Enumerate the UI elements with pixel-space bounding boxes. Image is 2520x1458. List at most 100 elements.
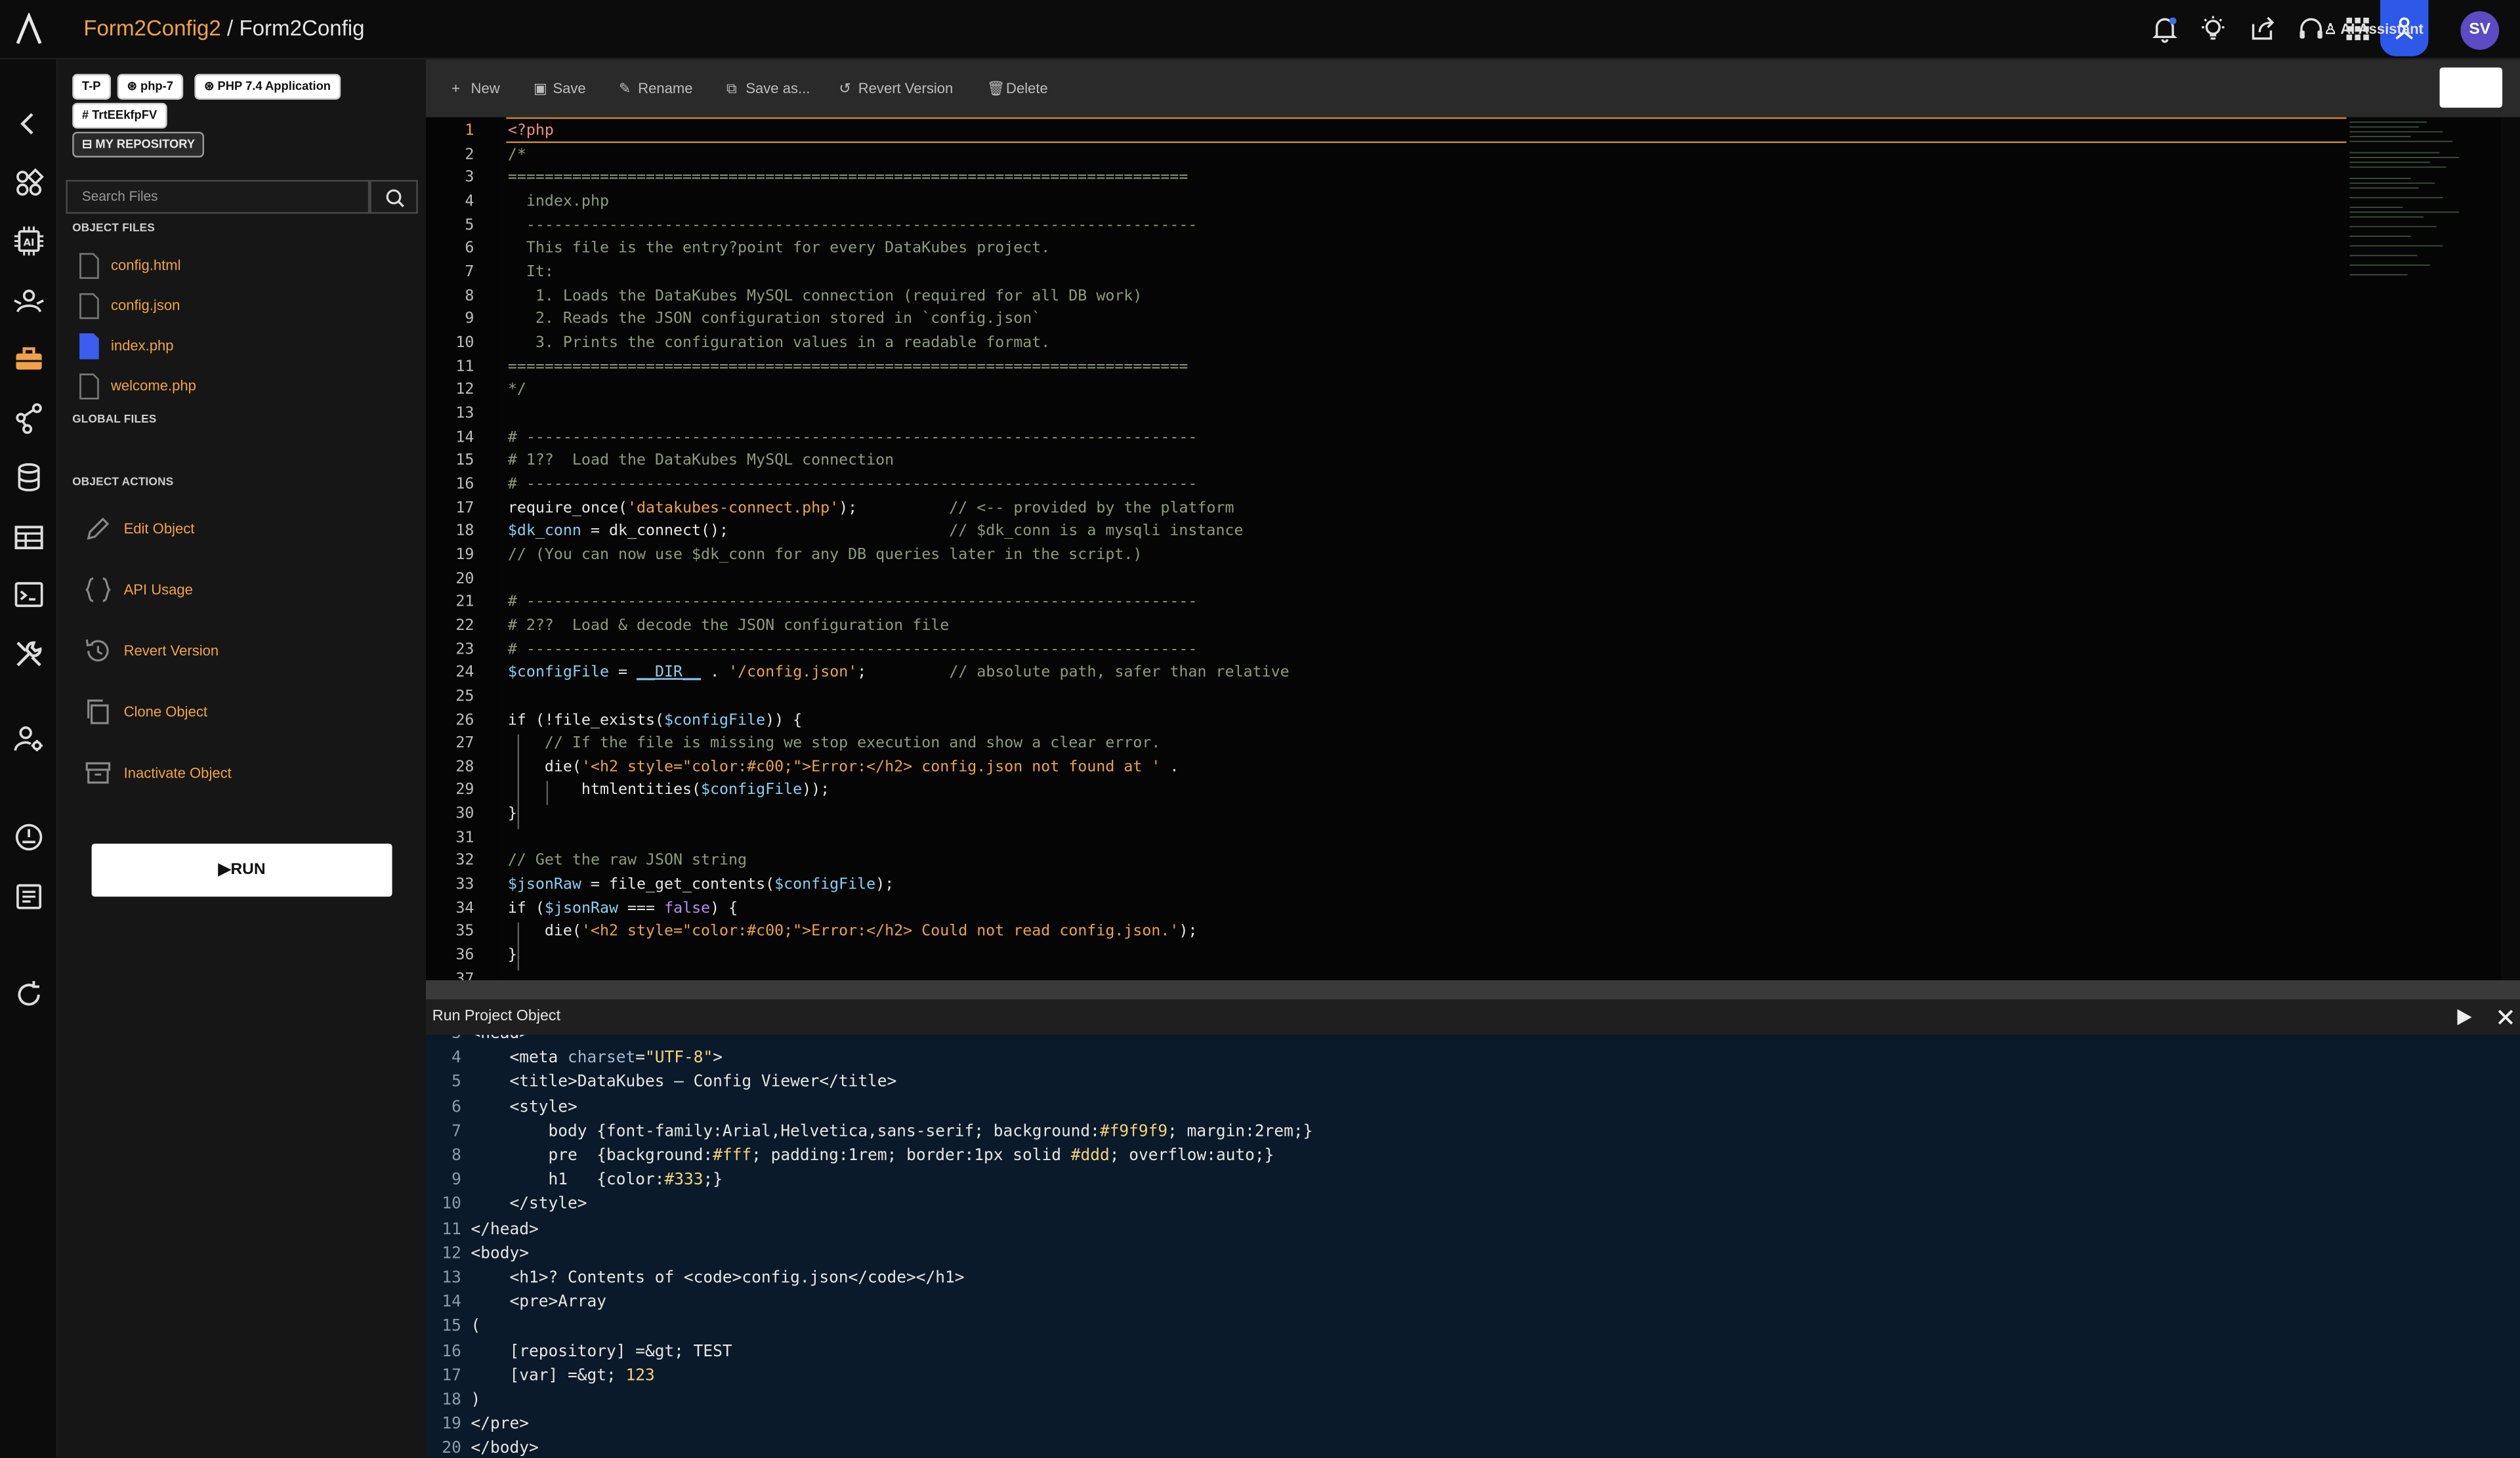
archive-icon (85, 762, 111, 784)
rename-button[interactable]: ✎ Rename (619, 80, 693, 98)
line-number: 33 (455, 875, 474, 894)
code-line: */ (507, 381, 526, 399)
line-number: 11 (455, 358, 474, 376)
panel-splitter[interactable] (425, 980, 2520, 1000)
table-icon[interactable] (13, 520, 45, 552)
tag-tp[interactable]: T-P (72, 73, 111, 100)
line-number: 7 (465, 263, 474, 281)
code-editor[interactable]: 1 2 3 4 5 6 7 8 9 10 11 12 13 14 15 16 17 18 19 20 21 22 23 24 2… (425, 117, 2520, 980)
output-line: </pre> (471, 1416, 530, 1434)
pencil-icon (87, 517, 110, 540)
delete-button[interactable]: 🗑Delete (987, 80, 1048, 98)
bell-icon[interactable] (2151, 14, 2179, 43)
history-icon: ↺ (839, 80, 851, 96)
breadcrumb-project[interactable]: Form2Config2 (83, 16, 221, 40)
file-icon (79, 253, 99, 280)
ai-assistant-button[interactable]: ♙ AI Assistant (2324, 21, 2424, 39)
gauge-icon[interactable] (13, 821, 45, 853)
object-actions-heading: OBJECT ACTIONS (72, 477, 174, 489)
my-repository-button[interactable]: ⊟ MY REPOSITORY (72, 131, 205, 158)
save-button[interactable]: ▣ Save (534, 80, 586, 98)
line-number: 22 (455, 617, 474, 635)
headset-icon[interactable] (2297, 14, 2326, 43)
play-icon[interactable] (2454, 1008, 2473, 1027)
app-logo-icon[interactable] (14, 12, 43, 45)
line-number: 30 (455, 805, 474, 823)
revert-version-button[interactable]: ↺ Revert Version (839, 80, 953, 98)
clone-object-action[interactable]: Clone Object (83, 698, 405, 730)
current-line-highlight (506, 117, 2347, 143)
code-line: This file is the entry?point for every D… (507, 240, 1051, 258)
lightbulb-icon[interactable] (2198, 14, 2227, 43)
new-button[interactable]: + New (452, 80, 500, 96)
tag-application[interactable]: ⊛ PHP 7.4 Application (194, 73, 341, 100)
toolbar-blank-button[interactable] (2439, 67, 2503, 108)
code-line: die('<h2 style="color:#c00;">Error:</h2>… (507, 923, 1198, 941)
tag-hash[interactable]: # TrtEEkfpFV (72, 102, 167, 129)
search-button[interactable] (369, 180, 418, 214)
avatar[interactable]: SV (2460, 11, 2500, 50)
run-output[interactable]: 3 <head> 4 <meta charset="UTF-8"> 5 <title>… (425, 1035, 2520, 1458)
svg-text:AI: AI (24, 238, 35, 249)
code-minimap[interactable] (2347, 117, 2501, 294)
editor-scrollbar[interactable] (2500, 117, 2520, 980)
output-line: </head> (471, 1220, 539, 1239)
inactivate-object-action[interactable]: Inactivate Object (83, 759, 405, 791)
file-item[interactable]: config.html (79, 252, 400, 284)
code-line: if ($jsonRaw === false) { (507, 899, 738, 917)
file-item[interactable]: config.json (79, 293, 400, 325)
code-line: require_once('datakubes-connect.php'); /… (507, 499, 1234, 517)
ai-chip-icon[interactable]: AI (13, 225, 45, 257)
line-number: 20 (455, 570, 474, 588)
docs-icon[interactable] (13, 881, 45, 913)
api-usage-action[interactable]: API Usage (83, 575, 405, 608)
dashboard-icon[interactable] (13, 167, 45, 199)
close-icon[interactable] (2496, 1008, 2515, 1027)
toolbox-icon[interactable] (13, 343, 45, 375)
line-number: 27 (455, 734, 474, 753)
output-line-number: 13 (442, 1269, 461, 1287)
output-line: <head> (471, 1035, 529, 1043)
line-number: 10 (455, 334, 474, 352)
search-files-input[interactable]: Search Files (66, 180, 370, 214)
file-item[interactable]: welcome.php (79, 373, 400, 405)
line-number: 19 (455, 546, 474, 564)
search-icon (386, 189, 404, 207)
back-chevron-icon[interactable] (13, 108, 45, 140)
edit-object-action[interactable]: Edit Object (83, 514, 405, 547)
line-number: 23 (455, 640, 474, 658)
code-line: } (507, 805, 517, 823)
code-line: // Get the raw JSON string (507, 852, 747, 871)
output-line-number: 5 (452, 1073, 461, 1092)
line-number: 32 (455, 852, 474, 871)
save-as-button[interactable]: ⧉ Save as... (726, 80, 810, 98)
line-number: 29 (455, 781, 474, 800)
file-item-active[interactable]: index.php (79, 333, 400, 365)
code-line: index.php (507, 192, 609, 211)
output-line-number: 7 (452, 1123, 461, 1141)
tools-icon[interactable] (13, 638, 45, 670)
line-number: 26 (455, 711, 474, 729)
terminal-icon[interactable] (13, 579, 45, 611)
code-line: } (507, 946, 517, 965)
output-line-number: 18 (442, 1391, 461, 1409)
line-number: 3 (465, 169, 474, 187)
output-line: h1 {color:#333;} (471, 1171, 723, 1190)
line-number: 15 (455, 451, 474, 470)
refresh-icon[interactable] (13, 978, 45, 1010)
database-icon[interactable] (13, 461, 45, 493)
tag-php[interactable]: ⊛ php-7 (117, 73, 183, 100)
global-files-heading: GLOBAL FILES (72, 414, 157, 426)
share-nodes-icon[interactable] (13, 402, 45, 434)
users-network-icon[interactable] (13, 284, 45, 316)
code-line: # --------------------------------------… (507, 593, 1198, 612)
run-button[interactable]: ▶RUN (91, 843, 392, 897)
revert-version-action[interactable]: Revert Version (83, 636, 405, 669)
output-line: <body> (471, 1245, 530, 1263)
output-line-number: 11 (442, 1220, 461, 1239)
share-icon[interactable] (2248, 14, 2277, 43)
code-line: // If the file is missing we stop execut… (507, 734, 1161, 753)
trash-icon: 🗑 (986, 80, 1005, 96)
output-line: ( (471, 1318, 481, 1337)
user-settings-icon[interactable] (13, 723, 45, 755)
